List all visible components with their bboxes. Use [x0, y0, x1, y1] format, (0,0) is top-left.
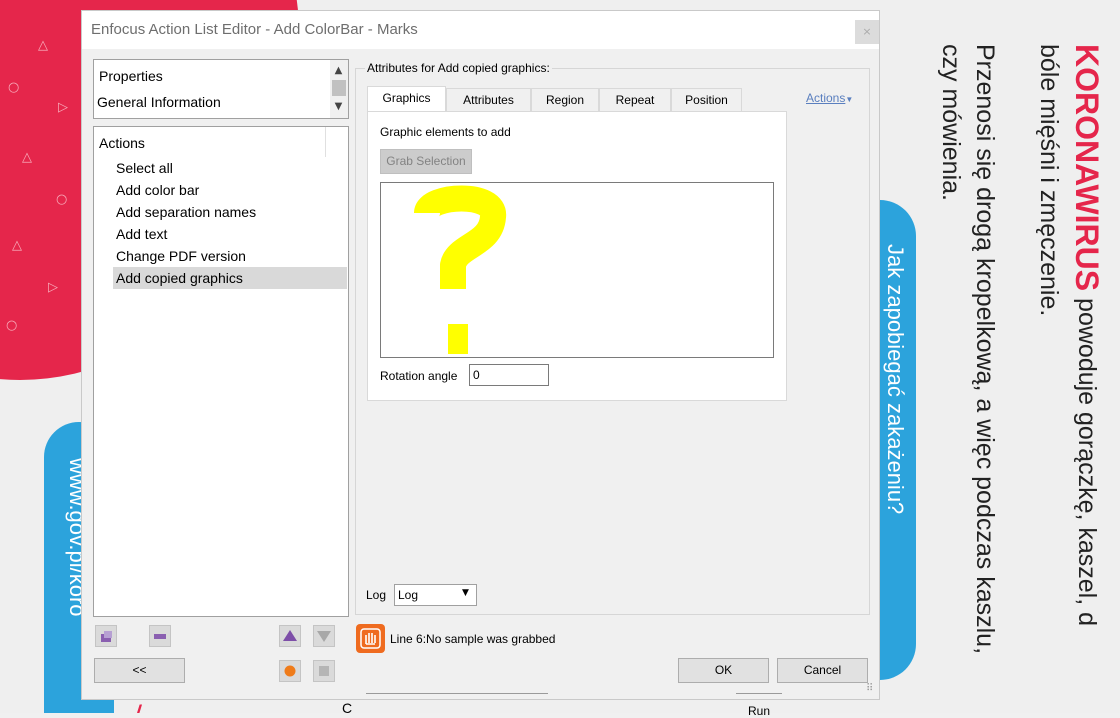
poster-line-2: bóle mięśni i zmęczenie. — [1035, 44, 1063, 317]
properties-scrollbar[interactable]: ▲ ▼ — [330, 60, 348, 118]
question-mark-graphic — [414, 185, 506, 354]
properties-listbox[interactable]: Properties General Information ▲ ▼ — [93, 59, 349, 119]
title-bar[interactable]: Enfocus Action List Editor - Add ColorBa… — [82, 11, 879, 49]
status-message: Line 6:No sample was grabbed — [390, 632, 556, 646]
triangle-decor-icon: △ — [12, 238, 22, 253]
action-item-label: Add text — [116, 226, 168, 242]
underlying-partial-text: C — [342, 700, 353, 716]
tab-graphics[interactable]: Graphics — [367, 86, 446, 112]
underlying-run-button[interactable]: Run — [748, 704, 770, 718]
remove-action-button[interactable] — [149, 625, 171, 647]
scroll-up-icon[interactable]: ▲ — [330, 62, 347, 79]
stop-square-icon — [319, 666, 329, 676]
tab-repeat[interactable]: Repeat — [599, 88, 671, 111]
action-item-label: Change PDF version — [116, 248, 246, 264]
poster-line-4: czy mówienia. — [937, 44, 965, 201]
grab-selection-button[interactable]: Grab Selection — [380, 149, 472, 174]
actions-listbox[interactable]: Actions Select all Add color bar Add separ… — [93, 126, 349, 617]
stop-hand-icon — [356, 624, 385, 653]
cancel-button[interactable]: Cancel — [777, 658, 868, 683]
action-list-item[interactable]: Add separation names — [113, 201, 347, 223]
triangle-down-icon — [317, 631, 331, 642]
record-icon — [284, 665, 296, 677]
general-information-item[interactable]: General Information — [97, 94, 221, 110]
action-list-item[interactable]: Select all — [113, 157, 347, 179]
triangle-up-icon — [283, 630, 297, 641]
action-item-label: Add separation names — [116, 204, 257, 220]
rotation-angle-label: Rotation angle — [380, 369, 458, 383]
poster-line-1-rest: powoduje gorączkę, kaszel, d — [1073, 291, 1101, 627]
scroll-thumb[interactable] — [332, 80, 346, 96]
tab-position[interactable]: Position — [671, 88, 742, 111]
rotation-angle-input[interactable] — [469, 364, 549, 386]
triangle-decor-icon: △ — [22, 150, 32, 165]
action-list-editor-dialog: Enfocus Action List Editor - Add ColorBa… — [81, 10, 880, 700]
tab-region[interactable]: Region — [531, 88, 599, 111]
log-label: Log — [366, 588, 387, 602]
hand-icon — [360, 628, 381, 649]
poster-partial-text: / — [134, 702, 142, 713]
poster-heading: KORONAWIRUS — [1069, 44, 1105, 292]
dropdown-arrow-icon: ▼ — [845, 95, 854, 104]
stop-button[interactable] — [313, 660, 335, 682]
ok-button[interactable]: OK — [678, 658, 769, 683]
underlying-divider — [366, 693, 548, 694]
move-down-button[interactable] — [313, 625, 335, 647]
duplicate-icon — [101, 631, 112, 642]
properties-item[interactable]: Properties — [99, 68, 163, 84]
chevron-down-icon: ▼ — [462, 588, 469, 598]
action-item-label: Add color bar — [116, 182, 200, 198]
move-up-button[interactable] — [279, 625, 301, 647]
tab-attributes[interactable]: Attributes — [446, 88, 531, 111]
window-title: Enfocus Action List Editor - Add ColorBa… — [91, 21, 418, 38]
attributes-group-label: Attributes for Add copied graphics: — [365, 61, 552, 75]
poster-line-3: Przenosi się drogą kropelkową, a więc po… — [971, 44, 999, 655]
collapse-button[interactable]: << — [94, 658, 185, 683]
circle-decor-icon: ○ — [56, 192, 68, 207]
log-select-value: Log — [398, 588, 419, 602]
underlying-divider-2 — [736, 693, 782, 694]
circle-decor-icon: ○ — [6, 318, 18, 333]
close-button[interactable]: × — [855, 20, 879, 44]
triangle-decor-icon: ▷ — [48, 280, 58, 295]
action-list-item[interactable]: Add copied graphics — [113, 267, 347, 289]
triangle-decor-icon: △ — [38, 38, 48, 53]
action-list-item[interactable]: Change PDF version — [113, 245, 347, 267]
action-item-label: Select all — [116, 160, 173, 176]
minus-icon — [154, 634, 166, 639]
circle-decor-icon: ○ — [8, 80, 20, 95]
record-button[interactable] — [279, 660, 301, 682]
action-list-item[interactable]: Add text — [113, 223, 347, 245]
action-list-item[interactable]: Add color bar — [113, 179, 347, 201]
duplicate-action-button[interactable] — [95, 625, 117, 647]
scroll-down-icon[interactable]: ▼ — [330, 98, 347, 115]
header-divider — [325, 127, 326, 157]
actions-link-label: Actions — [806, 91, 846, 105]
action-item-label: Add copied graphics — [116, 270, 243, 286]
log-select[interactable]: Log ▼ — [394, 584, 477, 606]
resize-grip-icon[interactable]: ⠿ — [866, 683, 873, 694]
actions-menu-link[interactable]: Actions▼ — [806, 91, 853, 105]
triangle-decor-icon: ▷ — [58, 100, 68, 115]
close-icon: × — [862, 25, 872, 38]
graphic-preview-area[interactable] — [380, 182, 774, 358]
actions-header: Actions — [99, 135, 145, 151]
poster-line-1: KORONAWIRUS powoduje gorączkę, kaszel, d — [1068, 44, 1105, 626]
graphics-tab-page: Graphic elements to add Grab Selection R… — [367, 111, 787, 401]
graphic-elements-label: Graphic elements to add — [380, 125, 511, 139]
